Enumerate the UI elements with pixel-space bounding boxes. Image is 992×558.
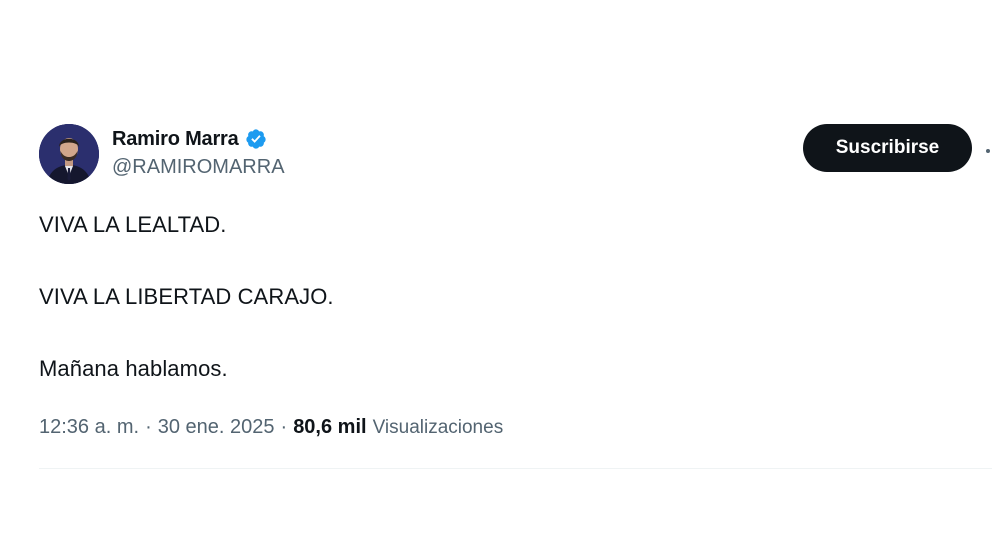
views-label: Visualizaciones bbox=[372, 417, 504, 438]
avatar[interactable] bbox=[39, 124, 99, 184]
author-name[interactable]: Ramiro Marra bbox=[112, 128, 239, 151]
avatar-image bbox=[39, 124, 99, 184]
meta-separator: · bbox=[280, 416, 288, 438]
tweet-meta: 12:36 a. m. · 30 ene. 2025 · 80,6 mil Vi… bbox=[39, 416, 503, 439]
verified-badge-icon bbox=[245, 128, 267, 150]
tweet-text-line: VIVA LA LEALTAD. bbox=[39, 212, 227, 237]
views-count: 80,6 mil bbox=[293, 416, 367, 438]
meta-separator: · bbox=[145, 416, 152, 438]
more-dots-icon[interactable] bbox=[983, 143, 992, 153]
author-name-row: Ramiro Marra bbox=[112, 126, 267, 152]
divider bbox=[39, 468, 992, 469]
tweet-time[interactable]: 12:36 a. m. bbox=[39, 416, 139, 439]
tweet-text-line: Mañana hablamos. bbox=[39, 356, 228, 381]
subscribe-button[interactable]: Suscribirse bbox=[803, 124, 972, 172]
tweet-text-line: VIVA LA LIBERTAD CARAJO. bbox=[39, 284, 334, 309]
tweet-date[interactable]: 30 ene. 2025 bbox=[158, 416, 275, 439]
tweet-card: Ramiro Marra @RAMIROMARRA Suscribirse VI… bbox=[0, 0, 992, 558]
author-handle[interactable]: @RAMIROMARRA bbox=[112, 156, 285, 179]
